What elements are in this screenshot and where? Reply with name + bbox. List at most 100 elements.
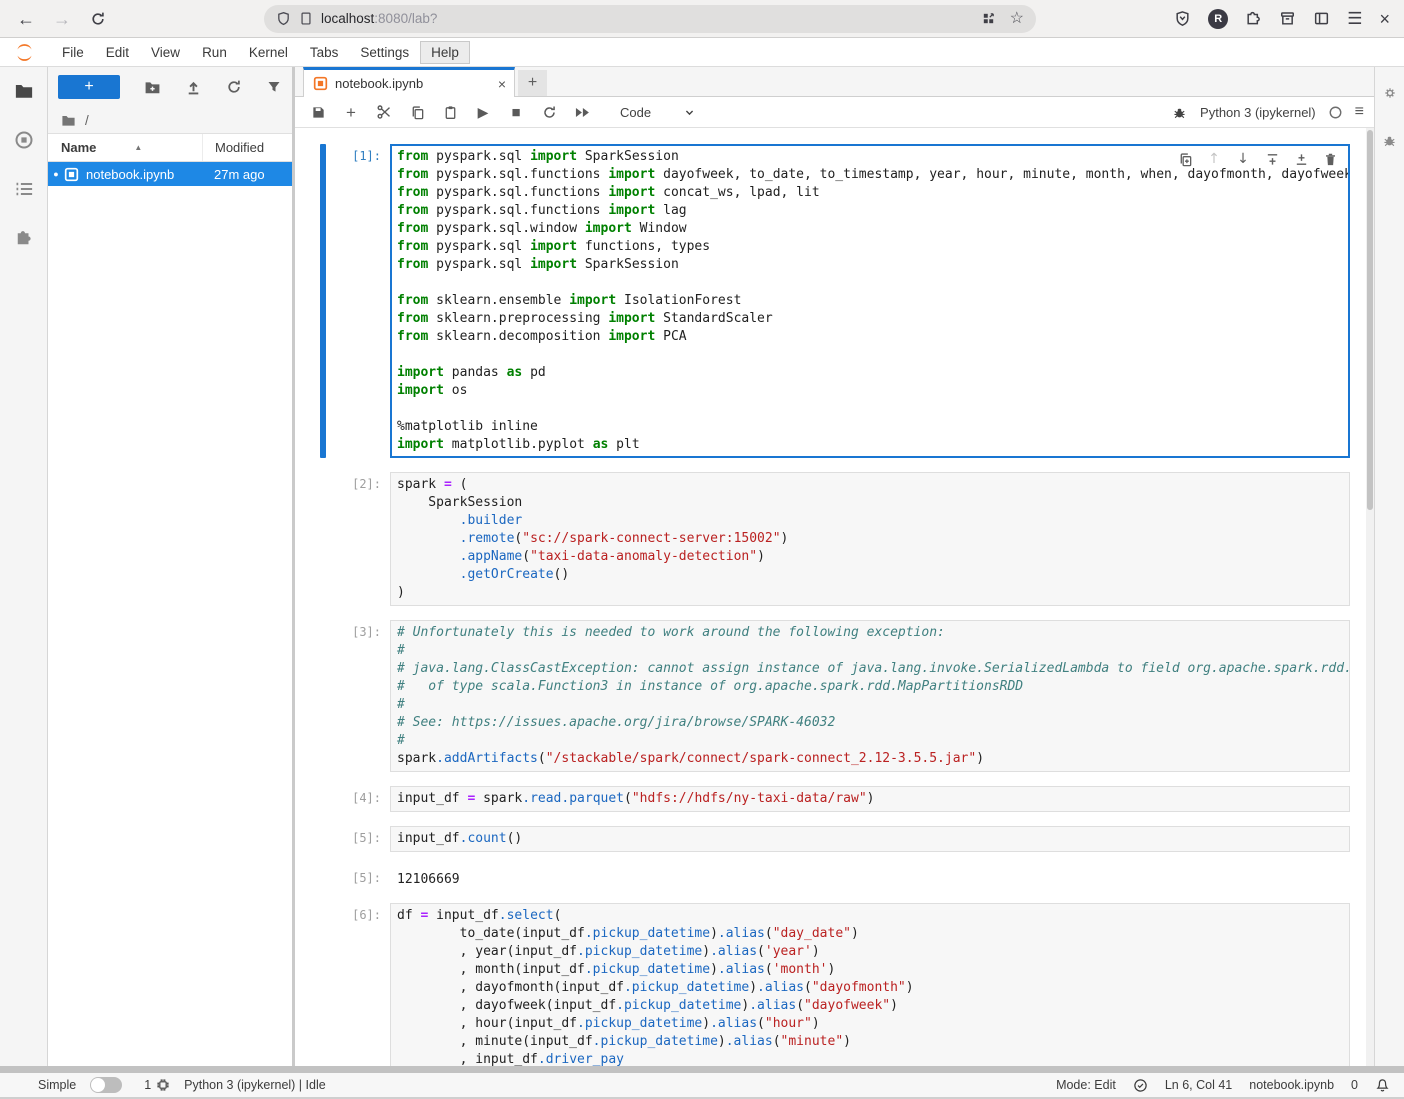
kernel-status-text[interactable]: Python 3 (ipykernel) | Idle [184,1078,326,1092]
menu-settings[interactable]: Settings [349,41,420,64]
statusbar-filename[interactable]: notebook.ipynb [1249,1078,1334,1092]
vertical-scrollbar [1366,128,1374,1066]
execution-count: [6]: [326,903,390,1066]
cell-editor[interactable]: input_df.count() [390,826,1350,852]
url-text: localhost:8080/lab? [321,11,437,26]
menu-edit[interactable]: Edit [95,41,140,64]
move-cell-down-icon[interactable]: ↓ [1235,151,1251,167]
bell-icon[interactable] [1375,1078,1390,1093]
insert-cell-below-icon[interactable] [1293,151,1309,167]
trust-shield-icon [1133,1078,1148,1093]
cell-editor[interactable]: # Unfortunately this is needed to work a… [390,620,1350,772]
execution-count: [2]: [326,472,390,606]
notebook-toolbar: + ▶ ■ Code [295,97,1374,128]
extensions-icon[interactable] [1245,10,1262,27]
running-kernels-tab-icon[interactable] [14,130,34,150]
cell-type-dropdown[interactable]: Code [620,105,696,120]
interrupt-kernel-icon[interactable]: ■ [507,103,525,121]
insert-cell-above-icon[interactable] [1264,151,1280,167]
run-cell-icon[interactable]: ▶ [474,103,492,121]
menu-help[interactable]: Help [420,41,470,64]
paste-cells-icon[interactable] [441,103,459,121]
notebook-tab-label: notebook.ipynb [335,76,491,91]
file-browser-tab-icon[interactable] [14,81,34,101]
sort-ascending-icon: ▲ [134,143,142,152]
kernel-chip-icon [156,1078,170,1092]
back-icon[interactable]: ← [12,5,40,33]
menu-kernel[interactable]: Kernel [238,41,299,64]
extension-manager-tab-icon[interactable] [14,228,34,248]
property-inspector-tab-icon[interactable] [1382,85,1398,101]
cell-editor[interactable]: input_df = spark.read.parquet("hdfs://hd… [390,786,1350,812]
copy-cells-icon[interactable] [408,103,426,121]
file-listing: Name▲ Modified ● notebook.ipynb 27m ago [48,133,292,1066]
filter-icon[interactable] [266,79,282,95]
folder-icon[interactable] [61,113,76,128]
tracking-protection-icon[interactable] [276,11,291,26]
command-mode-indicator[interactable]: Mode: Edit [1056,1078,1116,1092]
column-modified-header[interactable]: Modified [202,134,292,161]
duplicate-cell-icon[interactable] [1177,151,1193,167]
execution-count: [4]: [326,786,390,812]
main-dock-panel: notebook.ipynb × + + ▶ [295,67,1374,1066]
forward-icon[interactable]: → [48,5,76,33]
execution-count: [3]: [326,620,390,772]
column-name-header[interactable]: Name▲ [48,140,202,155]
upload-icon[interactable] [185,79,202,96]
restart-run-all-icon[interactable] [573,103,591,121]
new-tab-button[interactable]: + [518,70,547,96]
kernel-name[interactable]: Python 3 (ipykernel) [1200,105,1316,120]
close-window-icon[interactable]: × [1379,10,1390,28]
browser-nav-buttons: ← → [12,5,112,33]
scrollbar-thumb[interactable] [1367,130,1373,510]
new-launcher-button[interactable]: + [58,75,120,99]
code-cell: [2]:spark = ( SparkSession .builder .rem… [295,472,1366,606]
notebook-tab[interactable]: notebook.ipynb × [303,67,515,97]
bookmark-star-icon[interactable]: ☆ [1010,11,1024,27]
file-row-selected[interactable]: ● notebook.ipynb 27m ago [48,162,292,186]
profile-avatar[interactable]: R [1208,9,1228,29]
code-cell: [3]:# Unfortunately this is needed to wo… [295,620,1366,772]
menu-view[interactable]: View [140,41,191,64]
reload-icon[interactable] [84,5,112,33]
jupyter-logo-icon [14,42,35,63]
breadcrumb-root[interactable]: / [85,113,89,128]
menu-run[interactable]: Run [191,41,238,64]
debugger-tab-icon[interactable] [1382,133,1397,148]
code-cell: [1]:from pyspark.sql import SparkSession… [295,144,1366,458]
app-menu-icon[interactable]: ☰ [1347,10,1362,27]
archive-icon[interactable] [1279,10,1296,27]
browser-actions: R ☰ × [1174,9,1404,29]
menu-tabs[interactable]: Tabs [299,41,350,64]
menu-file[interactable]: File [51,41,95,64]
move-cell-up-icon[interactable]: ↑ [1206,151,1222,167]
tab-close-icon[interactable]: × [498,77,506,91]
kernel-status-icon[interactable] [1328,105,1343,120]
new-folder-icon[interactable] [144,79,161,96]
delete-cell-icon[interactable] [1322,151,1338,167]
simple-mode-label: Simple [38,1078,76,1092]
cursor-position[interactable]: Ln 6, Col 41 [1165,1078,1232,1092]
sidebar-toggle-icon[interactable] [1313,10,1330,27]
kernel-count[interactable]: 1 [144,1078,151,1092]
screen: ← → localhost:8080/lab? ☆ [0,0,1404,1099]
save-icon[interactable] [309,103,327,121]
cell-editor[interactable]: from pyspark.sql import SparkSessionfrom… [390,144,1350,458]
right-sidebar-rail [1374,67,1404,1066]
refresh-icon[interactable] [226,79,242,95]
shortcuts-grid-icon[interactable] [981,11,996,26]
cut-cells-icon[interactable] [375,103,393,121]
table-of-contents-tab-icon[interactable] [14,179,34,199]
cell-editor[interactable]: df = input_df.select( to_date(input_df.p… [390,903,1350,1066]
site-info-icon[interactable] [299,11,313,26]
insert-cell-icon[interactable]: + [342,103,360,121]
protections-shield-icon[interactable] [1174,10,1191,27]
restart-kernel-icon[interactable] [540,103,558,121]
cell-editor[interactable]: spark = ( SparkSession .builder .remote(… [390,472,1350,606]
simple-mode-toggle[interactable] [90,1077,122,1093]
url-bar[interactable]: localhost:8080/lab? ☆ [264,5,1036,33]
cell-toolbar: ↑ ↓ [1175,150,1340,168]
jupyter-menu-bar: File Edit View Run Kernel Tabs Settings … [0,38,1404,67]
kernel-activity-menu-icon[interactable]: ≡ [1355,104,1364,120]
debugger-icon[interactable] [1170,103,1188,121]
